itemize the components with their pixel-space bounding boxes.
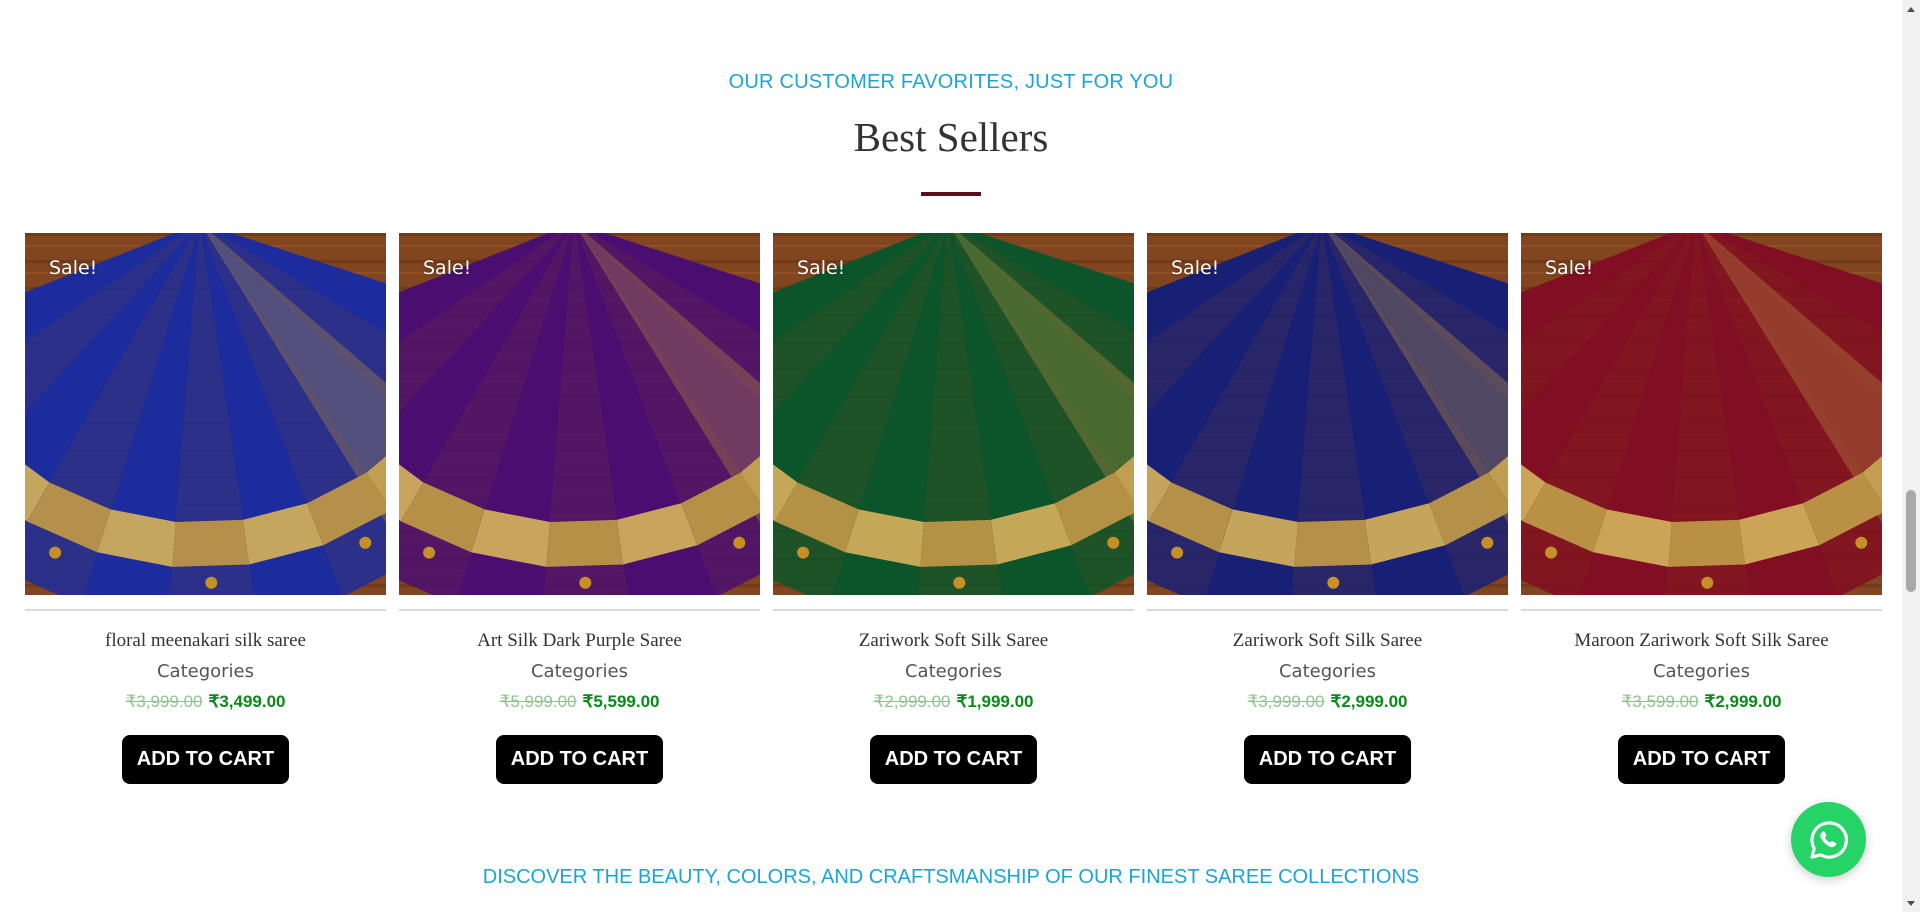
- product-name[interactable]: Zariwork Soft Silk Saree: [773, 630, 1134, 652]
- page-scrollbar[interactable]: [1902, 0, 1920, 912]
- product-image[interactable]: [773, 233, 1134, 595]
- product-price: ₹3,999.00 ₹2,999.00: [1147, 692, 1508, 712]
- saree-image-icon: [1147, 233, 1508, 595]
- product-category[interactable]: Categories: [1521, 661, 1882, 682]
- sale-price: ₹2,999.00: [1704, 692, 1782, 711]
- regular-price: ₹3,999.00: [1247, 692, 1325, 711]
- add-to-cart-button[interactable]: ADD TO CART: [496, 735, 663, 784]
- product-image[interactable]: [25, 233, 386, 595]
- product-grid: Sale! floral meenakari silk saree Catego…: [25, 233, 1882, 793]
- product-card: Sale! Maroon Zariwork Soft Silk Saree Ca…: [1521, 233, 1882, 793]
- product-card: Sale! floral meenakari silk saree Catego…: [25, 233, 386, 793]
- saree-image-icon: [1521, 233, 1882, 595]
- sale-price: ₹2,999.00: [1330, 692, 1408, 711]
- product-card: Sale! Art Silk Dark Purple Saree Categor…: [399, 233, 760, 793]
- card-divider: [25, 609, 386, 611]
- product-price: ₹5,999.00 ₹5,599.00: [399, 692, 760, 712]
- product-card: Sale! Zariwork Soft Silk Saree Categorie…: [773, 233, 1134, 793]
- add-to-cart-button[interactable]: ADD TO CART: [122, 735, 289, 784]
- card-divider: [399, 609, 760, 611]
- product-image[interactable]: [1147, 233, 1508, 595]
- product-image[interactable]: [399, 233, 760, 595]
- sale-badge: Sale!: [797, 257, 846, 279]
- card-divider: [1147, 609, 1508, 611]
- title-divider: [921, 192, 981, 196]
- regular-price: ₹2,999.00: [873, 692, 951, 711]
- sale-price: ₹5,599.00: [582, 692, 660, 711]
- product-card: Sale! Zariwork Soft Silk Saree Categorie…: [1147, 233, 1508, 793]
- product-category[interactable]: Categories: [399, 661, 760, 682]
- product-name[interactable]: Art Silk Dark Purple Saree: [399, 630, 760, 652]
- product-category[interactable]: Categories: [773, 661, 1134, 682]
- add-to-cart-button[interactable]: ADD TO CART: [1618, 735, 1785, 784]
- whatsapp-icon: [1809, 820, 1848, 859]
- collections-tagline: DISCOVER THE BEAUTY, COLORS, AND CRAFTSM…: [482, 866, 1420, 888]
- product-price: ₹3,599.00 ₹2,999.00: [1521, 692, 1882, 712]
- sale-badge: Sale!: [49, 257, 98, 279]
- section-title: Best Sellers: [853, 114, 1049, 160]
- product-price: ₹2,999.00 ₹1,999.00: [773, 692, 1134, 712]
- best-sellers-section: OUR CUSTOMER FAVORITES, JUST FOR YOU Bes…: [0, 0, 1902, 912]
- regular-price: ₹3,999.00: [125, 692, 203, 711]
- sale-price: ₹3,499.00: [208, 692, 286, 711]
- saree-image-icon: [773, 233, 1134, 595]
- product-name[interactable]: Maroon Zariwork Soft Silk Saree: [1521, 630, 1882, 652]
- scroll-down-arrow-icon[interactable]: [1902, 895, 1920, 912]
- scroll-up-arrow-icon[interactable]: [1902, 0, 1920, 17]
- product-name[interactable]: Zariwork Soft Silk Saree: [1147, 630, 1508, 652]
- whatsapp-chat-button[interactable]: [1791, 802, 1866, 877]
- add-to-cart-button[interactable]: ADD TO CART: [870, 735, 1037, 784]
- card-divider: [1521, 609, 1882, 611]
- sale-badge: Sale!: [1171, 257, 1220, 279]
- sale-badge: Sale!: [423, 257, 472, 279]
- scrollbar-thumb[interactable]: [1906, 490, 1916, 592]
- saree-image-icon: [399, 233, 760, 595]
- product-category[interactable]: Categories: [1147, 661, 1508, 682]
- add-to-cart-button[interactable]: ADD TO CART: [1244, 735, 1411, 784]
- section-eyebrow: OUR CUSTOMER FAVORITES, JUST FOR YOU: [728, 71, 1174, 93]
- saree-image-icon: [25, 233, 386, 595]
- product-category[interactable]: Categories: [25, 661, 386, 682]
- product-price: ₹3,999.00 ₹3,499.00: [25, 692, 386, 712]
- sale-price: ₹1,999.00: [956, 692, 1034, 711]
- sale-badge: Sale!: [1545, 257, 1594, 279]
- product-name[interactable]: floral meenakari silk saree: [25, 630, 386, 652]
- card-divider: [773, 609, 1134, 611]
- product-image[interactable]: [1521, 233, 1882, 595]
- regular-price: ₹5,999.00: [499, 692, 577, 711]
- regular-price: ₹3,599.00: [1621, 692, 1699, 711]
